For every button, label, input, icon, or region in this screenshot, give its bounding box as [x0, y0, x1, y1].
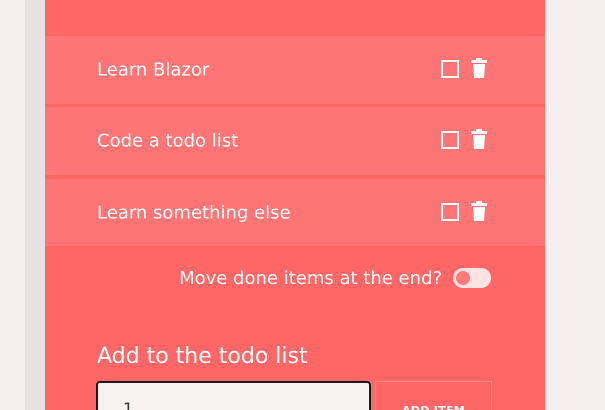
- trash-icon[interactable]: [471, 129, 487, 149]
- trash-icon-graphic: [471, 129, 487, 149]
- left-gutter: [25, 0, 45, 410]
- add-item-button[interactable]: ADD ITEM: [375, 381, 492, 410]
- move-done-label: Move done items at the end?: [179, 268, 442, 289]
- trash-icon[interactable]: [471, 201, 487, 221]
- add-form-heading: Add to the todo list: [97, 344, 308, 369]
- toggle-knob: [456, 271, 470, 285]
- trash-icon[interactable]: [471, 58, 487, 78]
- move-done-toggle[interactable]: [453, 268, 491, 288]
- todo-item: Code a todo list: [45, 107, 545, 175]
- todo-panel: Learn Blazor Code a todo list Learn some…: [45, 0, 545, 410]
- move-done-option: Move done items at the end?: [45, 265, 545, 293]
- trash-icon-graphic: [471, 58, 487, 78]
- todo-item-label: Learn Blazor: [97, 59, 210, 81]
- todo-item: Learn Blazor: [45, 36, 545, 104]
- checkbox-icon[interactable]: [441, 203, 459, 221]
- checkbox-icon[interactable]: [441, 131, 459, 149]
- new-item-input[interactable]: [96, 381, 371, 410]
- todo-item: Learn something else: [45, 179, 545, 246]
- todo-item-label: Learn something else: [97, 202, 291, 223]
- todo-item-label: Code a todo list: [97, 130, 239, 152]
- trash-icon-graphic: [471, 201, 487, 221]
- checkbox-icon[interactable]: [441, 60, 459, 78]
